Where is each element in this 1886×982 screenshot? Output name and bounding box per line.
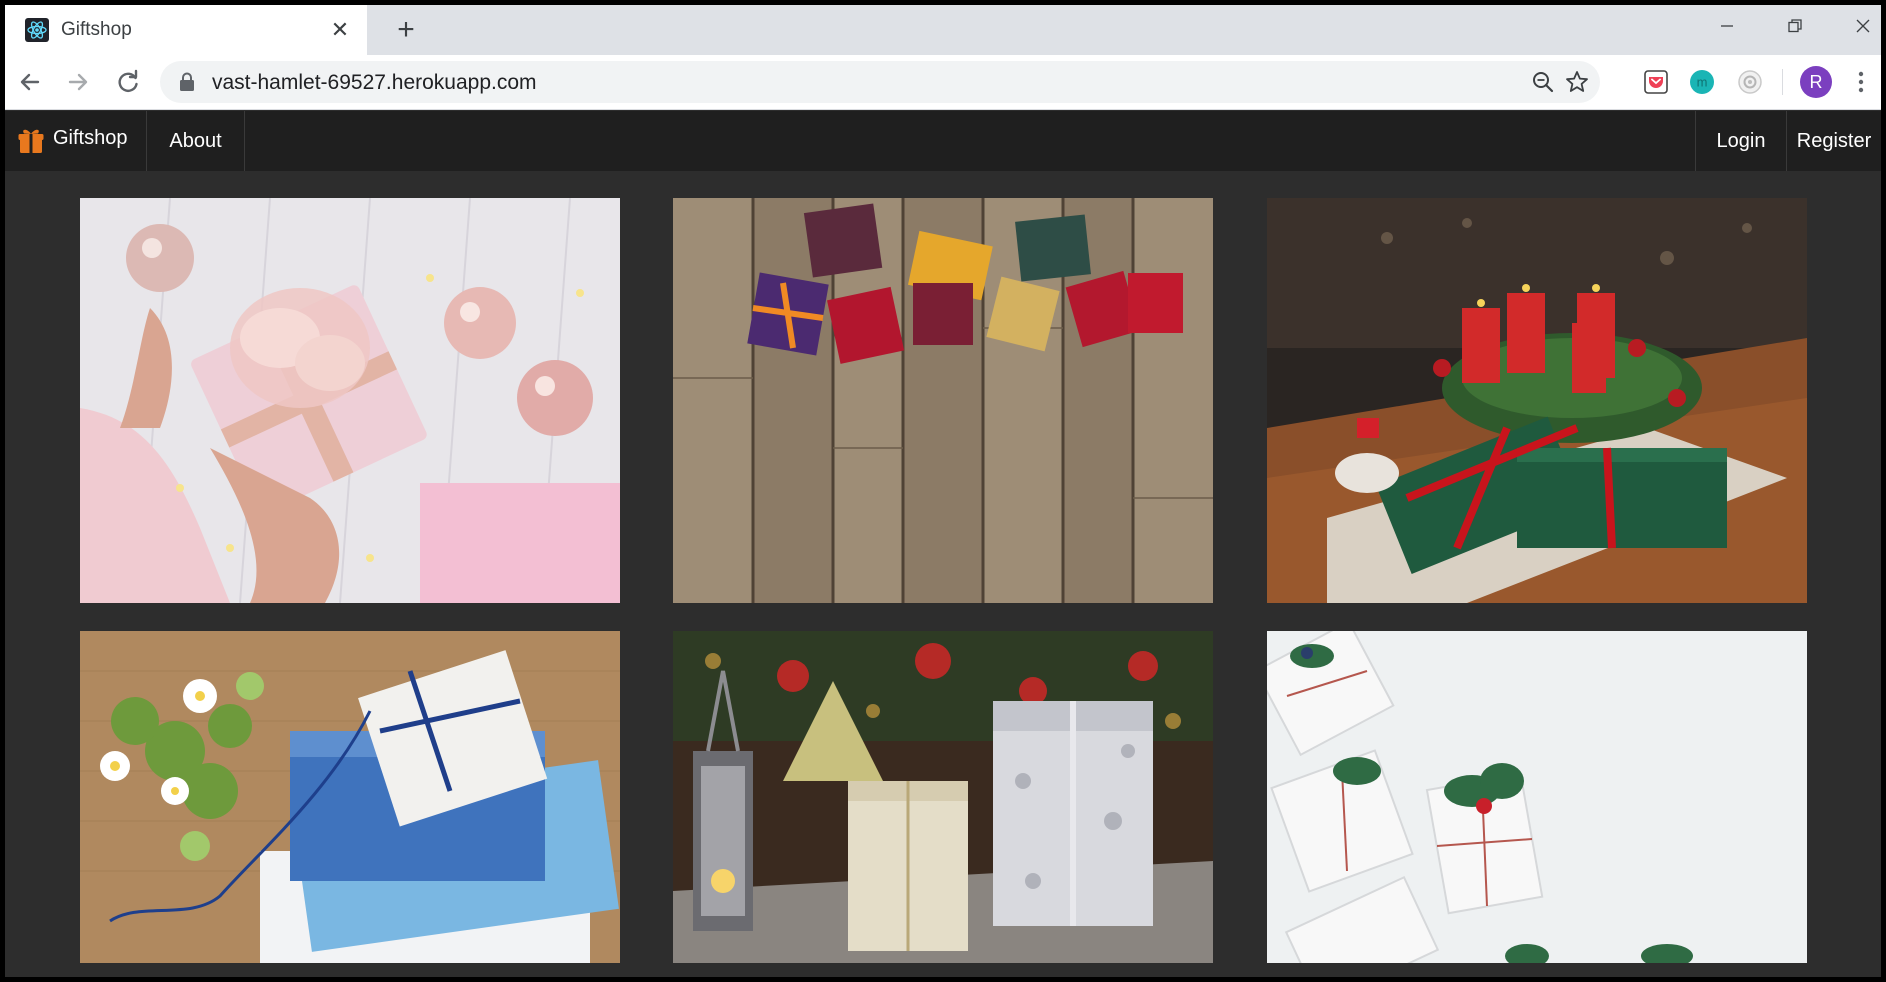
gift-gallery: [5, 171, 1881, 977]
react-atom-icon: [25, 18, 49, 42]
toolbar-divider: [1782, 69, 1783, 95]
silver-gifts-with-lantern-image[interactable]: [673, 631, 1213, 963]
nav-register[interactable]: Register: [1787, 111, 1881, 171]
nav-about[interactable]: About: [147, 111, 245, 171]
pocket-extension-icon[interactable]: [1642, 68, 1670, 96]
site-navbar: Giftshop About Login Register: [5, 111, 1881, 171]
advent-wreath-with-gifts-image[interactable]: [1267, 198, 1807, 603]
tab-giftshop[interactable]: Giftshop ✕: [5, 5, 367, 55]
brand-link[interactable]: Giftshop: [5, 111, 147, 171]
menu-kebab-icon[interactable]: [1855, 67, 1867, 97]
blue-gift-stack-with-flowers-image[interactable]: [80, 631, 620, 963]
gift-icon: [18, 129, 44, 153]
address-bar[interactable]: vast-hamlet-69527.herokuapp.com: [160, 61, 1600, 103]
tab-title: Giftshop: [61, 19, 132, 40]
plus-icon[interactable]: +: [389, 13, 423, 47]
ring-boxes-on-wood-image[interactable]: [673, 198, 1213, 603]
white-gifts-with-pine-image[interactable]: [1267, 631, 1807, 963]
bookmark-star-icon[interactable]: [1564, 69, 1590, 95]
browser-window: Giftshop ✕ + vast-hamlet-69527.herokuapp…: [0, 0, 1886, 982]
tab-strip: Giftshop ✕ +: [5, 5, 1881, 55]
pink-gift-with-ornaments-image[interactable]: [80, 198, 620, 603]
back-arrow-icon[interactable]: [15, 67, 45, 97]
svg-text:m: m: [1697, 75, 1708, 90]
url-text: vast-hamlet-69527.herokuapp.com: [212, 71, 537, 94]
profile-avatar[interactable]: R: [1800, 66, 1832, 98]
restore-icon[interactable]: [1775, 11, 1815, 41]
brand-text: Giftshop: [53, 127, 128, 149]
browser-toolbar: vast-hamlet-69527.herokuapp.com m R: [5, 55, 1881, 110]
camera-extension-icon[interactable]: [1736, 68, 1764, 96]
lock-icon: [180, 72, 194, 91]
forward-arrow-icon[interactable]: [63, 67, 93, 97]
reload-icon[interactable]: [113, 67, 143, 97]
zoom-icon[interactable]: [1530, 69, 1556, 95]
close-icon[interactable]: ✕: [327, 17, 353, 43]
nav-login[interactable]: Login: [1695, 111, 1787, 171]
teal-m-extension-icon[interactable]: m: [1688, 68, 1716, 96]
minimize-icon[interactable]: [1707, 11, 1747, 41]
window-close-icon[interactable]: [1843, 11, 1881, 41]
